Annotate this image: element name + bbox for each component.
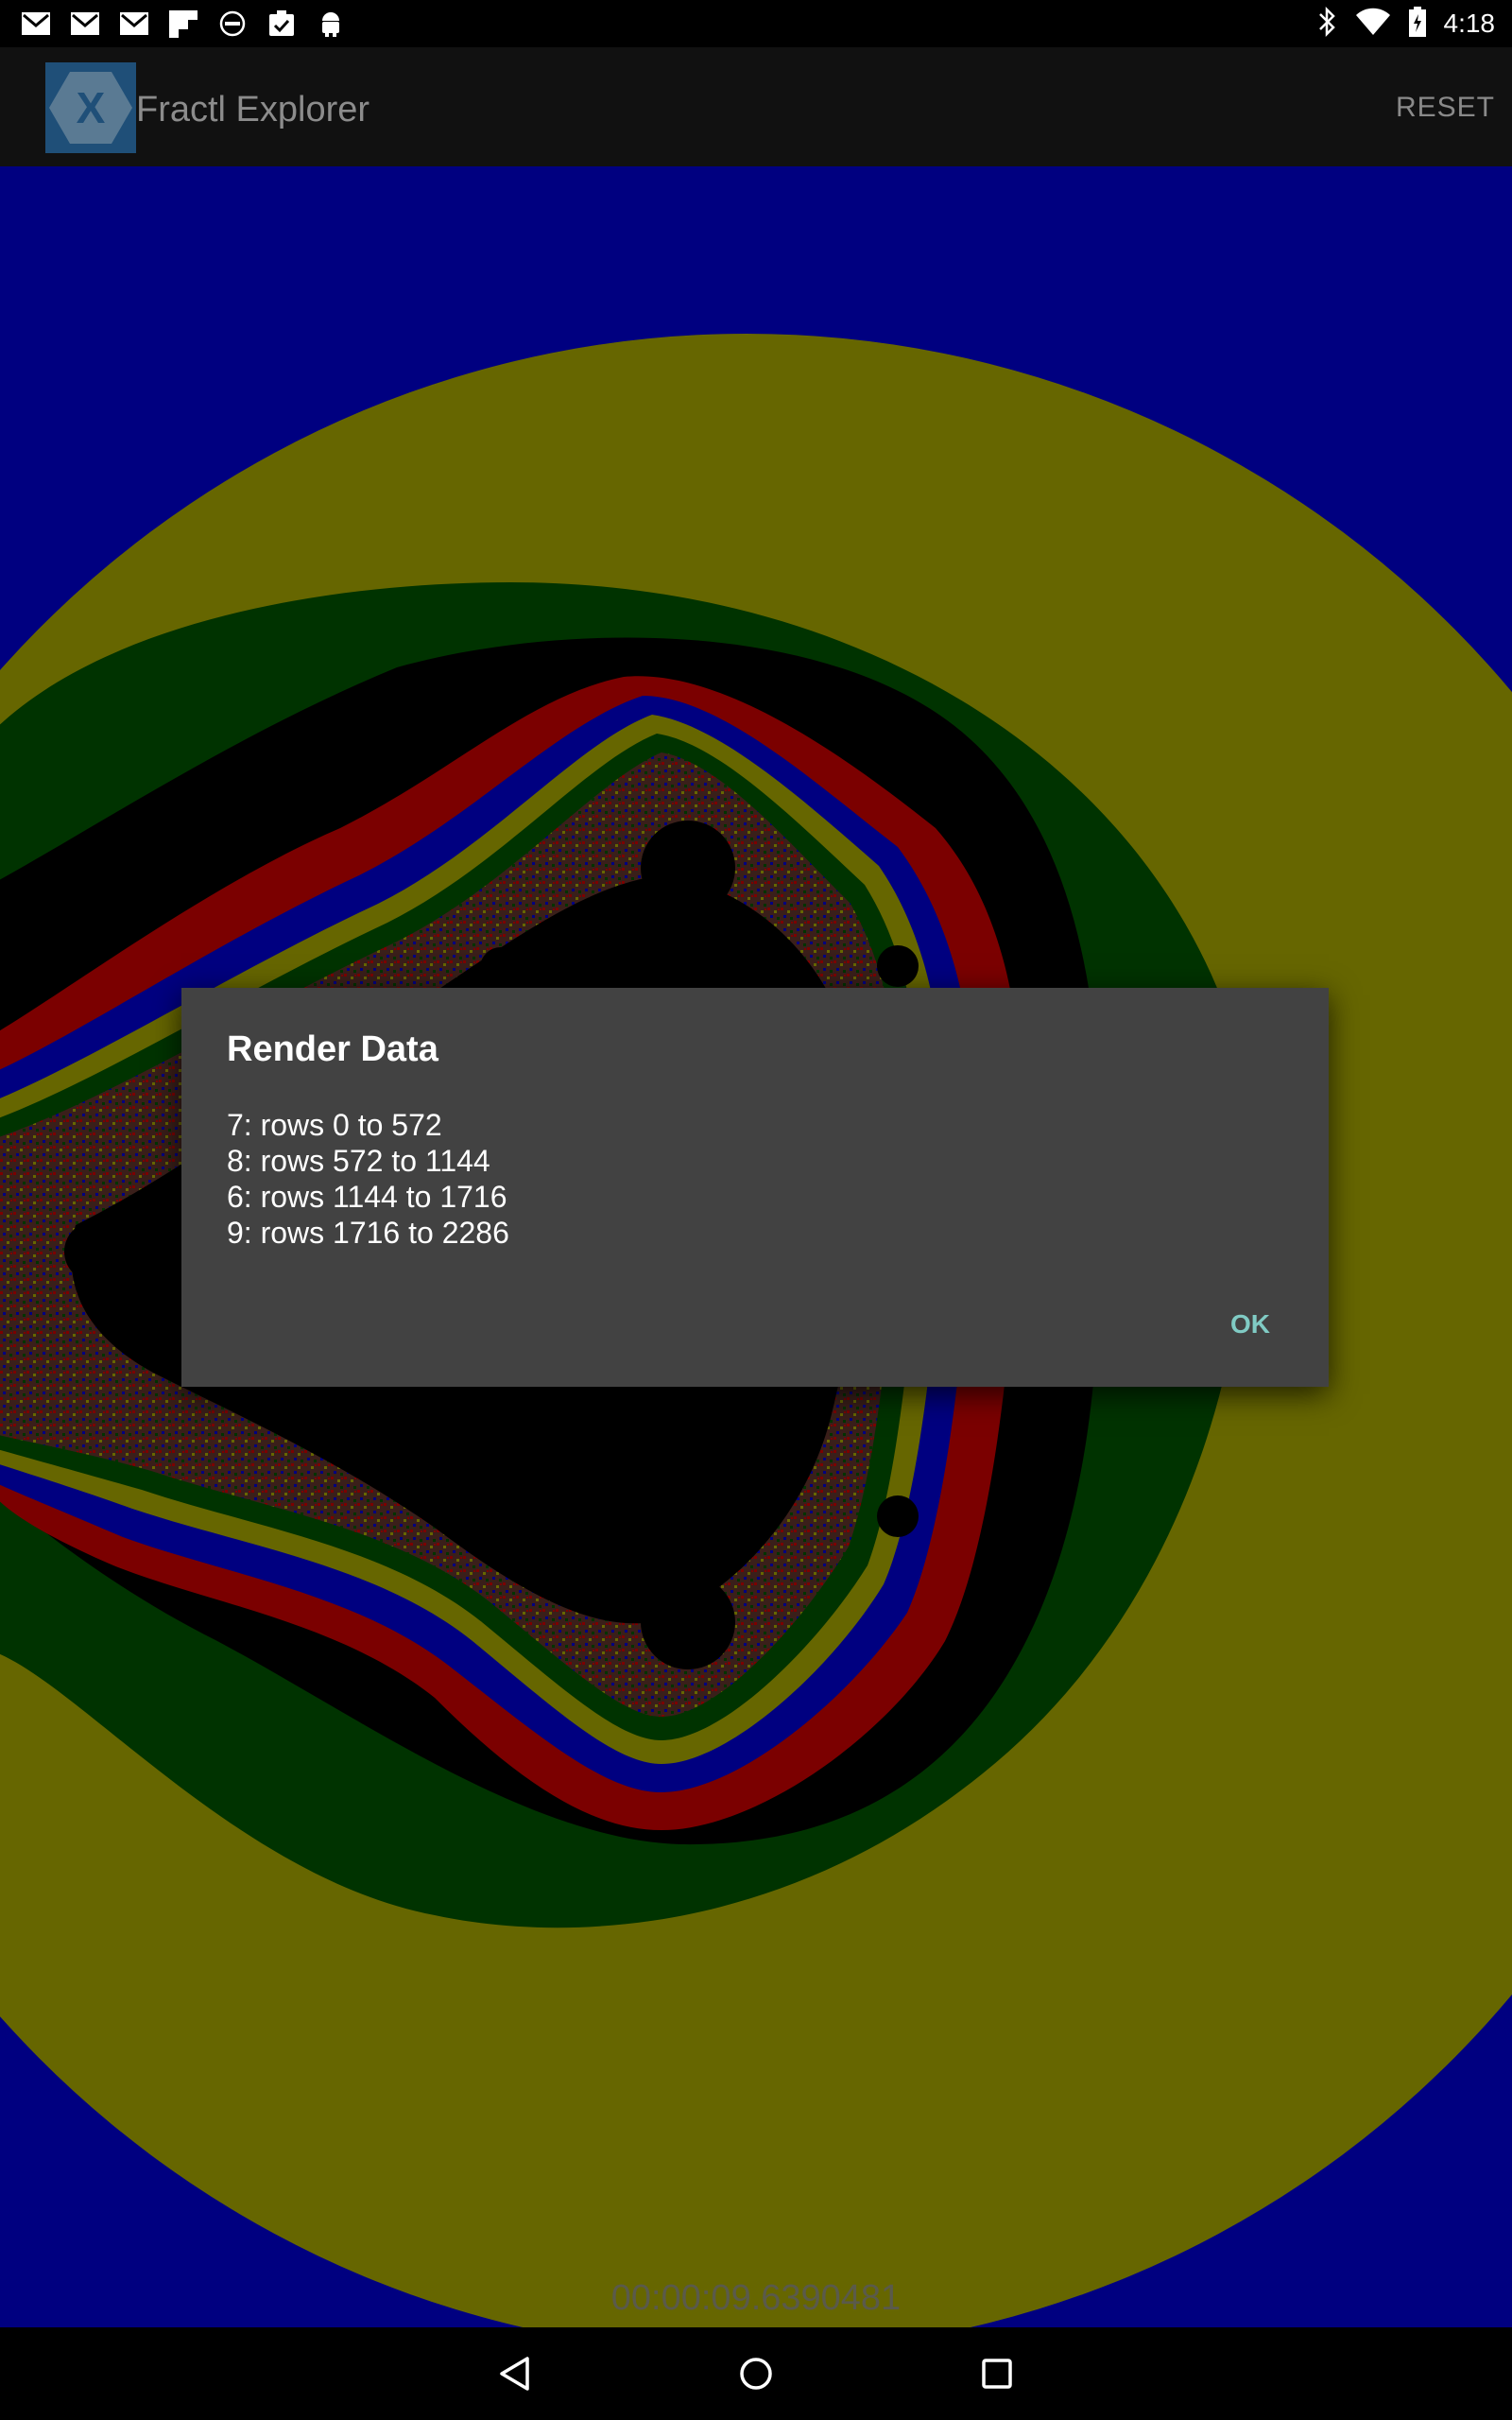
bulb-left xyxy=(64,1221,125,1282)
bluetooth-icon xyxy=(1315,6,1338,43)
battery-charging-icon xyxy=(1408,6,1427,43)
back-button[interactable] xyxy=(490,2348,541,2399)
back-icon xyxy=(500,2357,529,2391)
bulb-small-2 xyxy=(877,945,919,987)
bulb-bottom xyxy=(641,1575,735,1669)
gmail-icon xyxy=(119,9,149,38)
navigation-bar xyxy=(0,2327,1512,2420)
ok-button[interactable]: OK xyxy=(1230,1307,1270,1341)
render-data-line: 7: rows 0 to 572 xyxy=(227,1108,442,1142)
app-logo: X xyxy=(45,62,136,153)
screen: 4:18 X Fractl Explorer RESET 00:00:09.63… xyxy=(0,0,1512,2420)
bulb-small-1 xyxy=(480,947,522,989)
render-data-dialog: Render Data 7: rows 0 to 572 8: rows 572… xyxy=(181,988,1329,1387)
gmail-icon xyxy=(70,9,100,38)
bulb-small-3 xyxy=(877,1495,919,1537)
render-data-line: 9: rows 1716 to 2286 xyxy=(227,1216,509,1250)
app-title: Fractl Explorer xyxy=(136,90,370,130)
dialog-body: 7: rows 0 to 572 8: rows 572 to 1144 6: … xyxy=(227,1107,509,1251)
reset-button[interactable]: RESET xyxy=(1396,89,1495,127)
clipboard-check-icon xyxy=(266,9,297,38)
render-timer: 00:00:09.6390481 xyxy=(610,2278,902,2318)
gmail-icon xyxy=(21,9,51,38)
dialog-title: Render Data xyxy=(227,1029,438,1069)
recents-button[interactable] xyxy=(971,2348,1022,2399)
recents-icon xyxy=(982,2359,1012,2389)
wifi-icon xyxy=(1355,8,1391,41)
system-icons: 4:18 xyxy=(1315,0,1496,47)
status-bar: 4:18 xyxy=(0,0,1512,47)
bulb-top xyxy=(641,821,735,915)
bulb-small-4 xyxy=(480,1514,522,1556)
app-bar: X Fractl Explorer RESET xyxy=(0,47,1512,166)
render-data-line: 8: rows 572 to 1144 xyxy=(227,1144,490,1178)
notification-icons xyxy=(21,8,346,40)
home-icon xyxy=(740,2358,772,2390)
logo-letter: X xyxy=(77,83,106,132)
dell-icon xyxy=(217,9,248,38)
render-data-line: 6: rows 1144 to 1716 xyxy=(227,1180,507,1214)
clock: 4:18 xyxy=(1443,9,1496,38)
xamarin-logo-icon: X xyxy=(49,72,132,144)
home-button[interactable] xyxy=(730,2348,782,2399)
android-debug-icon xyxy=(316,9,346,38)
flipboard-icon xyxy=(168,9,198,38)
